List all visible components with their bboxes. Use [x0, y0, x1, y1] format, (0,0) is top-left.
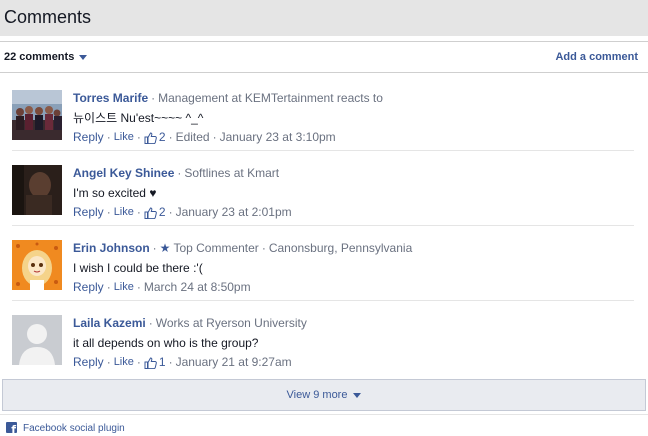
like-count[interactable]: 2: [144, 205, 166, 220]
comment-author-meta: Management at KEMTertainment reacts to: [158, 91, 383, 105]
comment-text: it all depends on who is the group?: [73, 336, 259, 350]
social-plugin-link[interactable]: Facebook social plugin: [23, 423, 125, 434]
comment-body: Angel Key Shinee · Softlines at Kmart I'm …: [73, 166, 638, 220]
comment-author[interactable]: Laila Kazemi: [73, 316, 146, 330]
comment-item: Angel Key Shinee · Softlines at Kmart I'm …: [0, 151, 648, 226]
comments-header: Comments: [0, 0, 648, 36]
comment-author[interactable]: Torres Marife: [73, 91, 148, 105]
comment-author-meta: Canonsburg, Pennsylvania: [268, 241, 413, 255]
like-link[interactable]: Like: [114, 280, 134, 295]
comment-text: 뉴이스트 Nu'est~~~~ ^_^: [73, 111, 204, 125]
thumbs-up-icon: [144, 131, 157, 144]
comment-author[interactable]: Angel Key Shinee: [73, 166, 174, 180]
like-link[interactable]: Like: [114, 205, 134, 220]
comment-author-meta: Softlines at Kmart: [184, 166, 280, 180]
top-commenter-badge: Top Commenter: [173, 241, 259, 255]
like-link[interactable]: Like: [114, 355, 134, 370]
cartoon-avatar[interactable]: [12, 240, 62, 290]
star-icon: ★: [159, 241, 171, 255]
reply-link[interactable]: Reply: [73, 280, 104, 295]
like-link[interactable]: Like: [114, 130, 134, 145]
comment-timestamp[interactable]: January 23 at 2:01pm: [176, 205, 292, 220]
caret-down-icon: [353, 392, 362, 398]
reply-link[interactable]: Reply: [73, 355, 104, 370]
page-title: Comments: [4, 7, 92, 27]
comment-text: I'm so excited ♥: [73, 186, 157, 200]
dark-photo-avatar[interactable]: [12, 165, 62, 215]
comment-count-dropdown[interactable]: 22 comments: [4, 51, 88, 63]
edited-label: Edited: [175, 130, 210, 144]
comment-timestamp[interactable]: January 21 at 9:27am: [176, 355, 292, 370]
group-photo-avatar[interactable]: [12, 90, 62, 140]
default-silhouette-avatar[interactable]: [12, 315, 62, 365]
comment-timestamp[interactable]: January 23 at 3:10pm: [220, 130, 336, 145]
like-count-value: 1: [158, 355, 166, 369]
comment-body: Erin Johnson · ★ Top Commenter · Canonsburg, …: [73, 241, 638, 295]
comment-body: Laila Kazemi · Works at Ryerson University…: [73, 316, 638, 370]
comment-author[interactable]: Erin Johnson: [73, 241, 150, 255]
comment-text: I wish I could be there :'(: [73, 261, 203, 275]
caret-down-icon: [79, 54, 88, 60]
like-count-value: 2: [158, 130, 166, 144]
facebook-logo-icon: f: [6, 422, 17, 435]
reply-link[interactable]: Reply: [73, 205, 104, 220]
add-comment-link[interactable]: Add a comment: [555, 51, 638, 63]
like-count-value: 2: [158, 205, 166, 219]
thumbs-up-icon: [144, 356, 157, 369]
plugin-footer: f Facebook social plugin: [0, 414, 648, 436]
like-count[interactable]: 1: [144, 355, 166, 370]
comment-item: Erin Johnson · ★ Top Commenter · Canonsburg, …: [0, 226, 648, 301]
like-count[interactable]: 2: [144, 130, 166, 145]
view-more-button[interactable]: View 9 more: [2, 379, 646, 411]
comment-item: Torres Marife · Management at KEMTertainme…: [0, 76, 648, 151]
thumbs-up-icon: [144, 206, 157, 219]
reply-link[interactable]: Reply: [73, 130, 104, 145]
comment-count-label: 22 comments: [4, 51, 75, 63]
comment-timestamp[interactable]: March 24 at 8:50pm: [144, 280, 251, 295]
comment-item: Laila Kazemi · Works at Ryerson University…: [0, 301, 648, 376]
comment-author-meta: Works at Ryerson University: [155, 316, 307, 330]
comments-toolbar: 22 comments Add a comment: [0, 41, 648, 73]
comment-list: Torres Marife · Management at KEMTertainme…: [0, 76, 648, 376]
comment-body: Torres Marife · Management at KEMTertainme…: [73, 91, 638, 145]
view-more-label: View 9 more: [286, 389, 348, 401]
